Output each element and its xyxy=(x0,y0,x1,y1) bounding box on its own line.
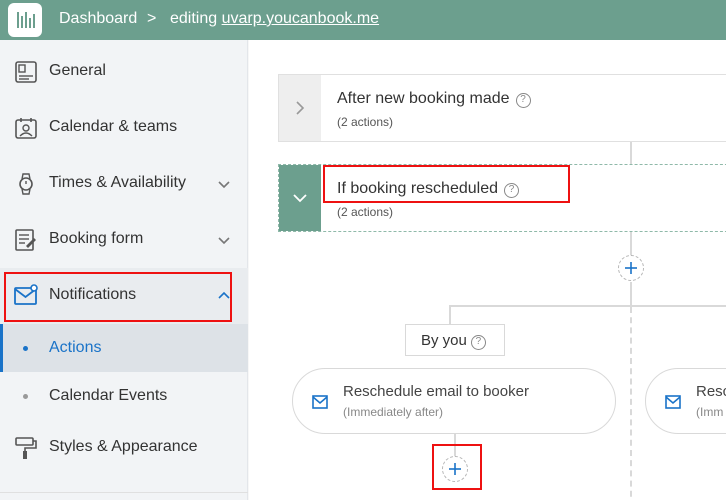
bullet-icon xyxy=(23,346,28,351)
editing-prefix: editing xyxy=(170,10,218,27)
sidebar-item-label: Times & Availability xyxy=(49,174,186,191)
form-edit-icon xyxy=(15,229,36,251)
trigger-title: If booking rescheduled? xyxy=(337,180,519,198)
sidebar-item-label: General xyxy=(49,62,106,79)
trigger-title: After new booking made? xyxy=(337,90,531,108)
branch-label-text: By you xyxy=(421,332,467,349)
help-icon[interactable]: ? xyxy=(504,183,519,198)
trigger-if-booking-rescheduled[interactable]: If booking rescheduled? (2 actions) xyxy=(278,164,726,232)
action-subtitle: (Immediately after) xyxy=(343,405,444,419)
breadcrumb-dashboard[interactable]: Dashboard xyxy=(59,10,137,28)
action-title: Resc xyxy=(696,383,726,400)
action-title: Reschedule email to booker xyxy=(343,383,529,400)
trigger-subtitle: (2 actions) xyxy=(337,115,394,129)
sidebar-item-label: Styles & Appearance xyxy=(49,438,198,455)
sidebar-subitem-calendar-events[interactable]: Calendar Events xyxy=(0,372,248,420)
chevron-down-icon[interactable] xyxy=(216,232,232,248)
action-subtitle: (Imm xyxy=(696,405,724,419)
expand-toggle[interactable] xyxy=(279,75,321,141)
chevron-down-icon[interactable] xyxy=(216,176,232,192)
sidebar-subitem-label: Actions xyxy=(49,339,102,356)
add-action-button[interactable] xyxy=(442,456,468,482)
chevron-up-icon[interactable] xyxy=(216,288,232,304)
connector-line xyxy=(630,232,632,256)
connector-line xyxy=(449,305,451,324)
watch-icon xyxy=(19,173,33,195)
sidebar-item-general[interactable]: General xyxy=(0,44,248,100)
plus-icon xyxy=(449,463,461,475)
site-link[interactable]: uvarp.youcanbook.me xyxy=(222,10,379,27)
collapse-toggle[interactable] xyxy=(279,165,321,231)
chevron-right-icon xyxy=(296,101,305,115)
sidebar-item-times-availability[interactable]: Times & Availability xyxy=(0,156,248,212)
plus-icon xyxy=(625,262,637,274)
bullet-icon xyxy=(23,394,28,399)
paint-roller-icon xyxy=(15,437,37,459)
trigger-after-new-booking[interactable]: After new booking made? (2 actions) xyxy=(278,74,726,142)
branch-line xyxy=(449,305,726,307)
id-card-icon xyxy=(15,61,37,83)
trigger-subtitle: (2 actions) xyxy=(337,205,394,219)
branch-label-by-you: By you? xyxy=(405,324,505,356)
mail-notification-icon xyxy=(14,284,38,305)
connector-line xyxy=(630,142,632,164)
sidebar: General Calendar & teams Times & Availab… xyxy=(0,40,248,500)
sidebar-item-notifications[interactable]: Notifications xyxy=(0,268,248,324)
connector-line xyxy=(630,282,632,306)
sidebar-item-booking-form[interactable]: Booking form xyxy=(0,212,248,268)
calendar-person-icon xyxy=(15,118,37,139)
breadcrumb-separator: > xyxy=(147,10,157,27)
connector-line-dashed xyxy=(630,307,632,500)
help-icon[interactable]: ? xyxy=(515,93,531,108)
top-bar: Dashboard > editing uvarp.youcanbook.me xyxy=(0,0,726,40)
trigger-title-text: After new booking made xyxy=(337,90,510,107)
app-logo[interactable] xyxy=(8,3,42,37)
logo-icon xyxy=(17,12,35,28)
sidebar-item-styles-appearance[interactable]: Styles & Appearance xyxy=(0,420,248,476)
action-reschedule-email-other[interactable]: Resc (Imm xyxy=(645,368,726,434)
sidebar-divider xyxy=(0,492,248,493)
sidebar-item-label: Booking form xyxy=(49,230,144,247)
sidebar-item-label: Calendar & teams xyxy=(49,118,178,135)
mail-icon xyxy=(312,395,328,409)
chevron-down-icon xyxy=(293,194,307,203)
sidebar-item-calendar-teams[interactable]: Calendar & teams xyxy=(0,100,248,156)
sidebar-item-label: Notifications xyxy=(49,286,137,303)
breadcrumb-editing: editing uvarp.youcanbook.me xyxy=(170,10,379,28)
sidebar-subitem-actions[interactable]: Actions xyxy=(0,324,248,372)
action-reschedule-email-to-booker[interactable]: Reschedule email to booker (Immediately … xyxy=(292,368,616,434)
mail-icon xyxy=(665,395,681,409)
help-icon[interactable]: ? xyxy=(470,335,486,350)
sidebar-subitem-label: Calendar Events xyxy=(49,387,168,404)
workflow-canvas: After new booking made? (2 actions) If b… xyxy=(249,40,726,500)
add-branch-button[interactable] xyxy=(618,255,644,281)
connector-line xyxy=(454,432,456,456)
trigger-title-text: If booking rescheduled xyxy=(337,180,498,197)
